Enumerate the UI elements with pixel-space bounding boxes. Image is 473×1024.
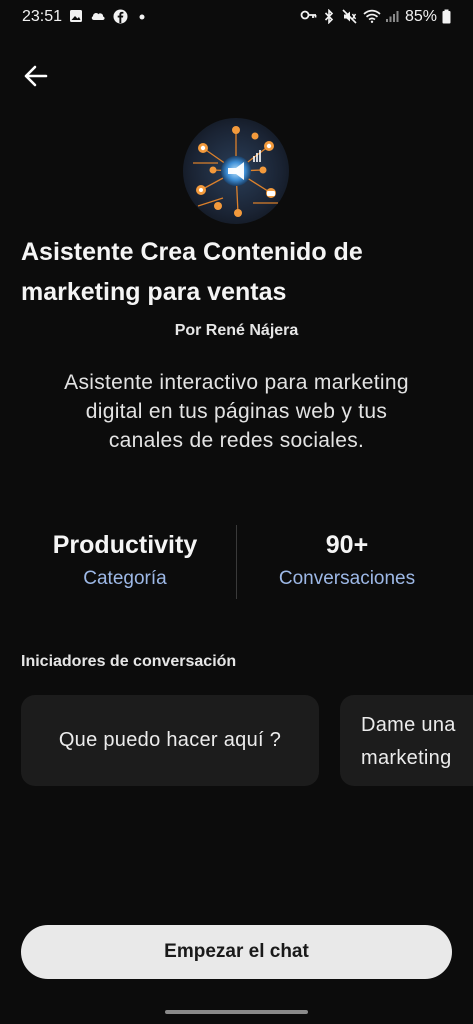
category-value: Productivity: [52, 531, 198, 559]
category-label: Categoría: [83, 568, 167, 589]
assistant-description: Asistente interactivo para marketing dig…: [64, 371, 409, 452]
wifi-icon: [363, 9, 381, 25]
back-button[interactable]: [18, 58, 54, 94]
starter-text-line-1: Dame una: [361, 714, 456, 736]
arrow-left-icon: [24, 65, 48, 87]
start-chat-button[interactable]: Empezar el chat: [21, 925, 452, 979]
status-bar: 23:51 85%: [0, 0, 473, 36]
gallery-icon: [68, 9, 84, 25]
status-left: 23:51: [22, 8, 150, 26]
cloud-icon: [90, 9, 106, 25]
conversations-label: Conversaciones: [278, 568, 416, 589]
key-icon: [300, 9, 317, 25]
starter-text: Que puedo hacer aquí ?: [58, 729, 282, 751]
start-chat-label: Empezar el chat: [164, 941, 309, 962]
starter-card[interactable]: Dame una marketing: [340, 695, 473, 786]
home-indicator[interactable]: [165, 1010, 308, 1014]
author-label: Por René Nájera: [174, 322, 299, 339]
facebook-icon: [112, 9, 128, 25]
category-stat: Productivity Categoría: [15, 528, 235, 590]
signal-icon: [384, 9, 400, 25]
battery-percent: 85%: [404, 8, 437, 25]
status-right: 85%: [300, 8, 451, 26]
conversations-stat: 90+ Conversaciones: [237, 528, 457, 590]
starter-card[interactable]: Que puedo hacer aquí ?: [21, 695, 319, 786]
assistant-title: Asistente Crea Contenido de marketing pa…: [21, 238, 363, 306]
starters-heading: Iniciadores de conversación: [21, 653, 237, 670]
assistant-avatar: [183, 118, 289, 224]
dot-icon: [134, 9, 150, 25]
status-time: 23:51: [22, 8, 63, 25]
starter-text-line-2: marketing: [361, 747, 452, 769]
conversations-value: 90+: [325, 531, 369, 559]
assistant-author: Por René Nájera: [0, 322, 473, 340]
bluetooth-icon: [321, 8, 337, 25]
battery-icon: [442, 9, 451, 25]
mute-icon: [342, 9, 358, 25]
